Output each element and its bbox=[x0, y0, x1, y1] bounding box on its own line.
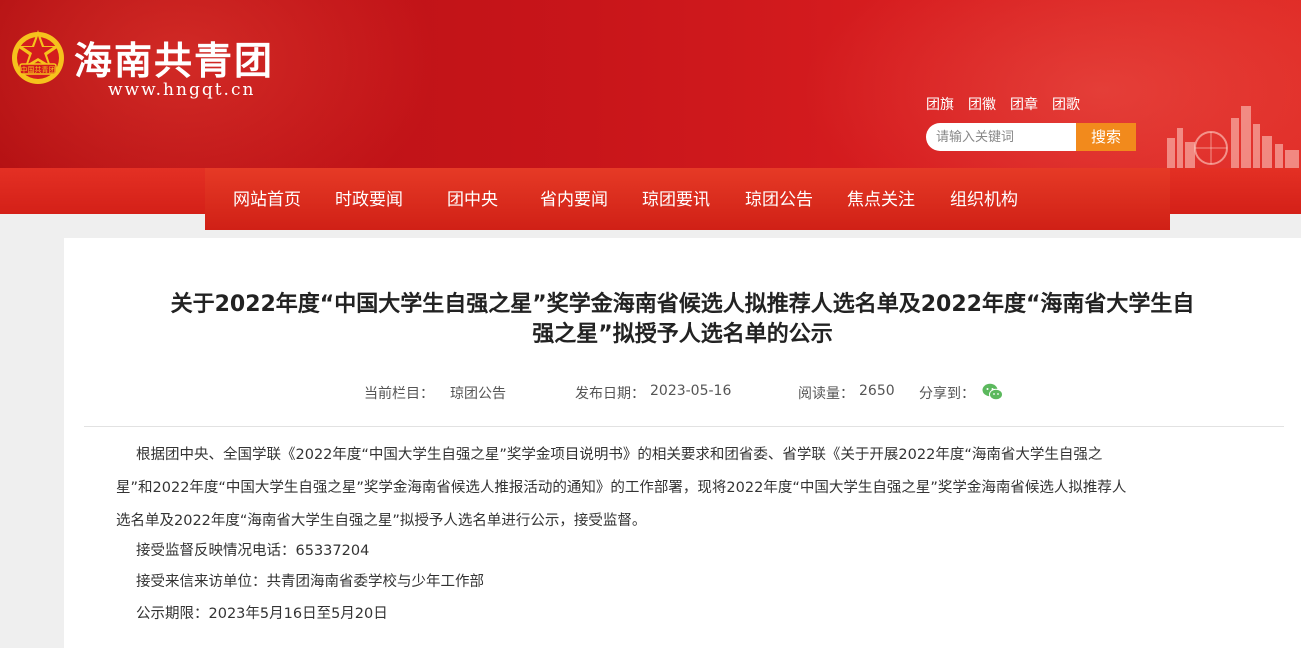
league-emblem-icon[interactable]: 中国共青团 bbox=[8, 24, 68, 88]
quick-link-song[interactable]: 团歌 bbox=[1052, 94, 1080, 114]
nav-politics[interactable]: 时政要闻 bbox=[335, 185, 403, 210]
nav-focus[interactable]: 焦点关注 bbox=[847, 185, 915, 210]
meta-reads-label: 阅读量： bbox=[798, 386, 854, 402]
article-title: 关于2022年度“中国大学生自强之星”奖学金海南省候选人拟推荐人选名单及2022… bbox=[64, 290, 1301, 350]
search-button[interactable]: 搜索 bbox=[1076, 123, 1136, 151]
article-title-line-1: 关于2022年度“中国大学生自强之星”奖学金海南省候选人拟推荐人选名单及2022… bbox=[170, 292, 1195, 317]
meta-share-label: 分享到： bbox=[919, 386, 975, 402]
quick-link-badge[interactable]: 团徽 bbox=[968, 94, 996, 114]
period-line: 公示期限：2023年5月16日至5月20日 bbox=[136, 606, 388, 622]
body-line-2: 星”和2022年度“中国大学生自强之星”奖学金海南省候选人推报活动的通知》的工作… bbox=[116, 480, 1127, 496]
nav-center-band: 网站首页 时政要闻 团中央 省内要闻 琼团要讯 琼团公告 焦点关注 组织机构 bbox=[205, 168, 1170, 230]
site-header: 中国共青团 海南共青团 www.hngqt.cn 团旗 团徽 团章 团歌 搜索 bbox=[0, 0, 1301, 168]
search-input[interactable] bbox=[926, 123, 1076, 151]
article-title-line-2: 强之星”拟授予人选名单的公示 bbox=[532, 322, 833, 347]
nav-organization[interactable]: 组织机构 bbox=[950, 185, 1018, 210]
unit-line: 接受来信来访单位：共青团海南省委学校与少年工作部 bbox=[136, 574, 484, 590]
emblem-text: 中国共青团 bbox=[21, 65, 56, 74]
body-line-3: 选名单及2022年度“海南省大学生自强之星”拟授予人选名单进行公示，接受监督。 bbox=[116, 513, 647, 529]
nav-home[interactable]: 网站首页 bbox=[233, 185, 301, 210]
quick-links: 团旗 团徽 团章 团歌 bbox=[926, 94, 1080, 114]
meta-column-link[interactable]: 琼团公告 bbox=[450, 383, 506, 403]
meta-reads-value: 2650 bbox=[859, 383, 895, 399]
wechat-share-icon[interactable] bbox=[982, 383, 1003, 401]
main-nav: 网站首页 时政要闻 团中央 省内要闻 琼团要讯 琼团公告 焦点关注 组织机构 bbox=[0, 168, 1301, 230]
phone-line: 接受监督反映情况电话：65337204 bbox=[136, 543, 370, 559]
meta-column-label: 当前栏目： bbox=[364, 386, 434, 402]
body-line-1: 根据团中央、全国学联《2022年度“中国大学生自强之星”奖学金项目说明书》的相关… bbox=[136, 447, 1103, 463]
meta-date-label: 发布日期： bbox=[575, 386, 645, 402]
nav-qiong-notices[interactable]: 琼团公告 bbox=[745, 185, 813, 210]
quick-link-charter[interactable]: 团章 bbox=[1010, 94, 1038, 114]
nav-provincial-news[interactable]: 省内要闻 bbox=[540, 185, 608, 210]
city-skyline-icon bbox=[1167, 106, 1299, 168]
meta-divider bbox=[84, 426, 1284, 427]
site-title[interactable]: 海南共青团 bbox=[74, 30, 274, 85]
nav-central-committee[interactable]: 团中央 bbox=[447, 185, 498, 210]
nav-qiong-news[interactable]: 琼团要讯 bbox=[642, 185, 710, 210]
article-container: 关于2022年度“中国大学生自强之星”奖学金海南省候选人拟推荐人选名单及2022… bbox=[64, 238, 1301, 648]
meta-date-value: 2023-05-16 bbox=[650, 383, 732, 399]
site-url: www.hngqt.cn bbox=[108, 80, 256, 100]
quick-link-flag[interactable]: 团旗 bbox=[926, 94, 954, 114]
